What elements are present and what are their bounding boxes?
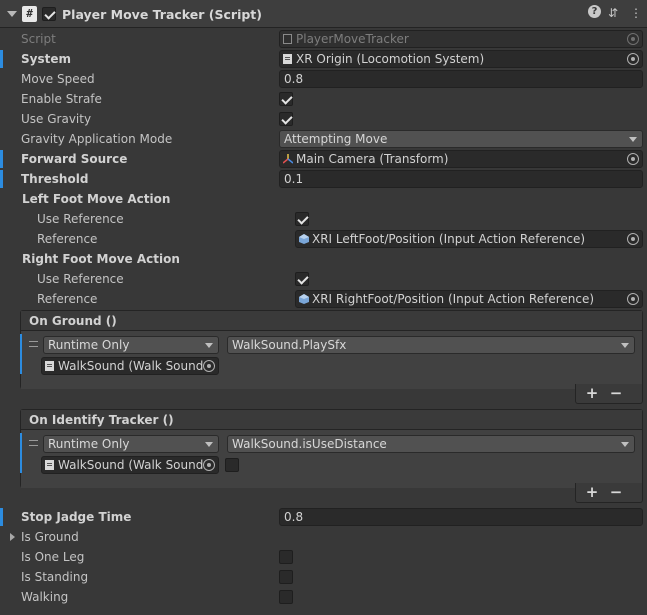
dropdown-arrow-icon [205, 442, 213, 447]
enable-strafe-checkbox[interactable] [279, 92, 293, 106]
system-label: System [21, 52, 71, 66]
target-object-field[interactable]: WalkSound (Walk Sound [41, 456, 219, 474]
walking-label: Walking [21, 590, 69, 604]
stop-jadge-time-label: Stop Jadge Time [21, 510, 132, 524]
move-speed-label: Move Speed [21, 72, 95, 86]
event-listener-row: Runtime Only WalkSound.isUseDistance Wal… [21, 430, 642, 488]
is-ground-label[interactable]: Is Ground [21, 528, 79, 546]
right-reference-field[interactable]: XRI RightFoot/Position (Input Action Ref… [295, 290, 643, 308]
input-action-icon [299, 234, 309, 244]
dropdown-arrow-icon [205, 343, 213, 348]
argument-checkbox[interactable] [225, 458, 239, 472]
left-use-reference-checkbox[interactable] [295, 212, 309, 226]
event-add-remove-bar: + − [575, 384, 643, 404]
foldout-arrow-icon[interactable] [10, 533, 15, 541]
runtime-mode-dropdown[interactable]: Runtime Only [43, 435, 219, 453]
object-picker-icon [627, 33, 639, 45]
script-file-icon [283, 34, 292, 44]
transform-icon [283, 154, 293, 164]
context-menu-icon[interactable]: ⋮ [630, 6, 642, 20]
override-marker [0, 508, 3, 526]
object-picker-icon[interactable] [627, 293, 639, 305]
system-field[interactable]: XR Origin (Locomotion System) [279, 50, 643, 68]
forward-source-field[interactable]: Main Camera (Transform) [279, 150, 643, 168]
add-listener-button[interactable]: + [582, 483, 602, 503]
object-picker-icon[interactable] [627, 153, 639, 165]
move-speed-input[interactable]: 0.8 [279, 70, 643, 88]
enable-strafe-label: Enable Strafe [21, 92, 102, 106]
is-standing-label: Is Standing [21, 570, 89, 584]
left-foot-label: Left Foot Move Action [22, 192, 171, 206]
on-ground-event: On Ground () Runtime Only WalkSound.Play… [20, 310, 643, 389]
dropdown-arrow-icon [621, 343, 629, 348]
object-picker-icon[interactable] [203, 459, 215, 471]
event-title: On Identify Tracker () [21, 410, 642, 430]
drag-handle-icon[interactable] [29, 440, 38, 446]
event-title: On Ground () [21, 311, 642, 331]
on-identify-tracker-event: On Identify Tracker () Runtime Only Walk… [20, 409, 643, 488]
right-use-reference-checkbox[interactable] [295, 272, 309, 286]
method-dropdown[interactable]: WalkSound.PlaySfx [227, 336, 635, 354]
preset-settings-icon[interactable]: ⇵ [608, 6, 618, 20]
event-listener-row: Runtime Only WalkSound.PlaySfx WalkSound… [21, 331, 642, 389]
input-action-icon [299, 294, 309, 304]
right-reference-label: Reference [37, 292, 98, 306]
help-icon[interactable]: ? [588, 5, 601, 18]
use-gravity-label: Use Gravity [21, 112, 92, 126]
drag-handle-icon[interactable] [29, 341, 38, 347]
object-picker-icon[interactable] [627, 53, 639, 65]
left-reference-label: Reference [37, 232, 98, 246]
add-listener-button[interactable]: + [582, 384, 602, 404]
component-enabled-checkbox[interactable] [42, 7, 56, 21]
object-picker-icon[interactable] [627, 233, 639, 245]
remove-listener-button[interactable]: − [606, 483, 626, 503]
right-use-reference-label: Use Reference [37, 272, 124, 286]
gravity-mode-dropdown[interactable]: Attempting Move [279, 130, 643, 148]
override-marker [20, 334, 22, 374]
script-icon: # [22, 6, 37, 22]
left-use-reference-label: Use Reference [37, 212, 124, 226]
script-file-icon [45, 460, 54, 470]
override-marker [0, 50, 3, 68]
override-marker [0, 150, 3, 168]
script-label: Script [21, 32, 56, 46]
is-one-leg-checkbox[interactable] [279, 550, 293, 564]
use-gravity-checkbox[interactable] [279, 112, 293, 126]
override-marker [0, 170, 3, 188]
dropdown-arrow-icon [629, 137, 637, 142]
right-foot-label: Right Foot Move Action [22, 252, 180, 266]
override-marker [20, 433, 22, 473]
walking-checkbox[interactable] [279, 590, 293, 604]
dropdown-arrow-icon [621, 442, 629, 447]
stop-jadge-time-input[interactable]: 0.8 [279, 508, 643, 526]
forward-source-label: Forward Source [21, 152, 128, 166]
method-dropdown[interactable]: WalkSound.isUseDistance [227, 435, 635, 453]
left-reference-field[interactable]: XRI LeftFoot/Position (Input Action Refe… [295, 230, 643, 248]
threshold-input[interactable]: 0.1 [279, 170, 643, 188]
target-object-field[interactable]: WalkSound (Walk Sound [41, 357, 219, 375]
component-title: Player Move Tracker (Script) [62, 7, 262, 22]
is-standing-checkbox[interactable] [279, 570, 293, 584]
event-add-remove-bar: + − [575, 483, 643, 503]
object-picker-icon[interactable] [203, 360, 215, 372]
remove-listener-button[interactable]: − [606, 384, 626, 404]
script-file-icon [283, 54, 292, 64]
is-one-leg-label: Is One Leg [21, 550, 85, 564]
threshold-label: Threshold [21, 172, 89, 186]
foldout-arrow-icon[interactable] [7, 11, 17, 17]
script-file-icon [45, 361, 54, 371]
runtime-mode-dropdown[interactable]: Runtime Only [43, 336, 219, 354]
script-field: PlayerMoveTracker [279, 30, 643, 48]
gravity-mode-label: Gravity Application Mode [21, 132, 173, 146]
component-header: # Player Move Tracker (Script) ? ⇵ ⋮ [0, 0, 647, 28]
